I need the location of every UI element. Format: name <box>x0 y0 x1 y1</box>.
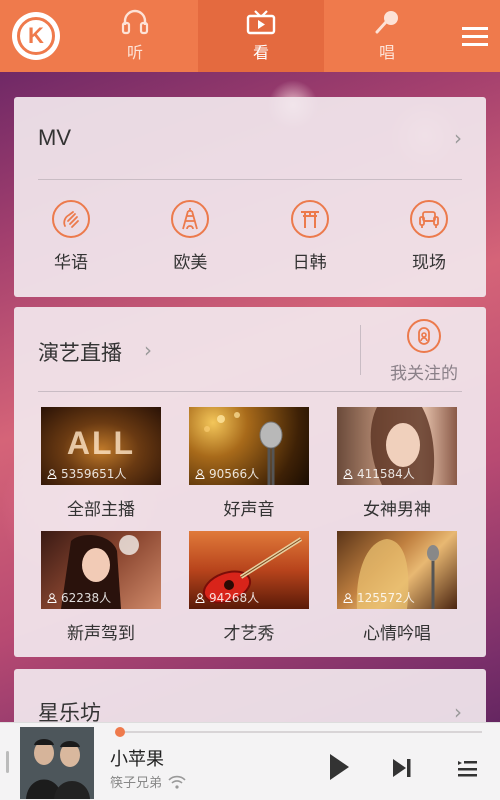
thumbnail-guitar: 94268人 <box>189 531 309 609</box>
mv-category-western[interactable]: 欧美 <box>147 200 233 273</box>
divider <box>38 391 462 392</box>
live-tile-mood-singing[interactable]: 125572人 心情吟唱 <box>337 531 457 655</box>
progress-knob[interactable] <box>115 727 125 737</box>
next-icon <box>393 759 411 777</box>
chevron-right-icon[interactable]: › <box>144 338 152 362</box>
live-tile-label: 好声音 <box>223 500 275 520</box>
following-button[interactable]: 我关注的 <box>386 319 462 384</box>
mv-title: MV <box>38 125 71 150</box>
thumbnail-all: ALL 5359651人 <box>41 407 161 485</box>
thumbnail-overlay-text: ALL <box>66 425 136 461</box>
viewer-count: 125572人 <box>343 589 415 606</box>
song-title[interactable]: 小苹果 <box>110 745 164 771</box>
viewer-count: 90566人 <box>195 465 259 482</box>
viewer-count: 5359651人 <box>47 465 126 482</box>
person-icon <box>195 468 205 479</box>
tab-listen[interactable]: 听 <box>72 0 198 72</box>
viewer-count: 62238人 <box>47 589 111 606</box>
app-logo[interactable]: K <box>0 0 72 72</box>
lock-person-icon <box>418 327 430 345</box>
mv-category-jpkr[interactable]: 日韩 <box>267 200 353 273</box>
live-tile-label: 新声驾到 <box>67 624 135 644</box>
viewer-count: 411584人 <box>343 465 415 482</box>
live-tile-label: 女神男神 <box>363 500 431 520</box>
chevron-right-icon: › <box>454 126 462 150</box>
sofa-icon <box>419 211 439 228</box>
headphones-icon <box>121 9 149 35</box>
tab-sing-label: 唱 <box>378 43 395 62</box>
star-card[interactable]: 星乐坊 › <box>14 669 486 729</box>
live-tile-good-voice[interactable]: 90566人 好声音 <box>189 407 309 531</box>
live-tile-goddess[interactable]: 411584人 女神男神 <box>337 407 457 531</box>
wifi-icon <box>168 775 186 789</box>
tab-listen-label: 听 <box>126 43 143 62</box>
thumbnail-mood: 125572人 <box>337 531 457 609</box>
tab-watch-label: 看 <box>252 43 269 62</box>
menu-icon <box>462 27 488 46</box>
menu-button[interactable] <box>450 0 500 72</box>
thumbnail-singer: 62238人 <box>41 531 161 609</box>
following-label: 我关注的 <box>390 364 458 384</box>
mv-category-label: 欧美 <box>173 253 208 273</box>
mv-category-label: 日韩 <box>292 253 327 273</box>
play-icon <box>330 754 349 780</box>
mv-card: MV › 华语 欧美 日韩 现场 <box>14 97 486 297</box>
live-card: 演艺直播 › 我关注的 ALL 5359651人 全部主播 90566人 好声音… <box>14 307 486 657</box>
eiffel-tower-icon <box>182 208 199 230</box>
mv-category-label: 华语 <box>54 253 88 273</box>
next-button[interactable] <box>386 753 418 783</box>
person-icon <box>195 592 205 603</box>
torii-gate-icon <box>300 211 319 228</box>
chevron-right-icon: › <box>454 700 462 724</box>
person-icon <box>343 468 353 479</box>
thumbnail-microphone: 90566人 <box>189 407 309 485</box>
logo-letter: K <box>17 17 55 55</box>
divider <box>360 325 361 375</box>
playlist-icon <box>458 761 477 777</box>
tab-sing[interactable]: 唱 <box>324 0 450 72</box>
tab-watch[interactable]: 看 <box>198 0 324 72</box>
live-header: 演艺直播 › 我关注的 <box>14 307 486 391</box>
person-icon <box>47 468 57 479</box>
chinese-hand-icon <box>63 211 79 228</box>
tv-icon <box>246 10 276 35</box>
mv-category-label: 现场 <box>411 253 446 273</box>
mv-category-chinese[interactable]: 华语 <box>28 200 114 273</box>
play-button[interactable] <box>322 749 356 785</box>
person-icon <box>47 592 57 603</box>
mv-category-live[interactable]: 现场 <box>386 200 472 273</box>
viewer-count: 94268人 <box>195 589 259 606</box>
live-tile-label: 才艺秀 <box>223 624 275 644</box>
live-title[interactable]: 演艺直播 <box>38 337 122 367</box>
live-tile-all[interactable]: ALL 5359651人 全部主播 <box>41 407 161 531</box>
microphone-icon <box>375 11 398 34</box>
album-art[interactable] <box>20 727 94 799</box>
mini-player: 小苹果 筷子兄弟 <box>0 722 500 800</box>
live-tile-talent[interactable]: 94268人 才艺秀 <box>189 531 309 655</box>
drawer-handle[interactable] <box>6 751 9 773</box>
mv-category-row: 华语 欧美 日韩 现场 <box>14 180 486 273</box>
artist-name: 筷子兄弟 <box>110 772 186 791</box>
live-tile-new-voice[interactable]: 62238人 新声驾到 <box>41 531 161 655</box>
playlist-button[interactable] <box>452 753 482 783</box>
person-icon <box>343 592 353 603</box>
live-category-grid: ALL 5359651人 全部主播 90566人 好声音 411584人 女神男… <box>41 407 461 655</box>
live-tile-label: 心情吟唱 <box>363 624 431 644</box>
mv-header[interactable]: MV › <box>14 97 486 179</box>
album-art-image <box>20 727 94 799</box>
progress-bar[interactable] <box>115 727 482 737</box>
top-navigation-bar: K 听 看 唱 <box>0 0 500 72</box>
thumbnail-portrait: 411584人 <box>337 407 457 485</box>
live-tile-label: 全部主播 <box>67 500 135 520</box>
